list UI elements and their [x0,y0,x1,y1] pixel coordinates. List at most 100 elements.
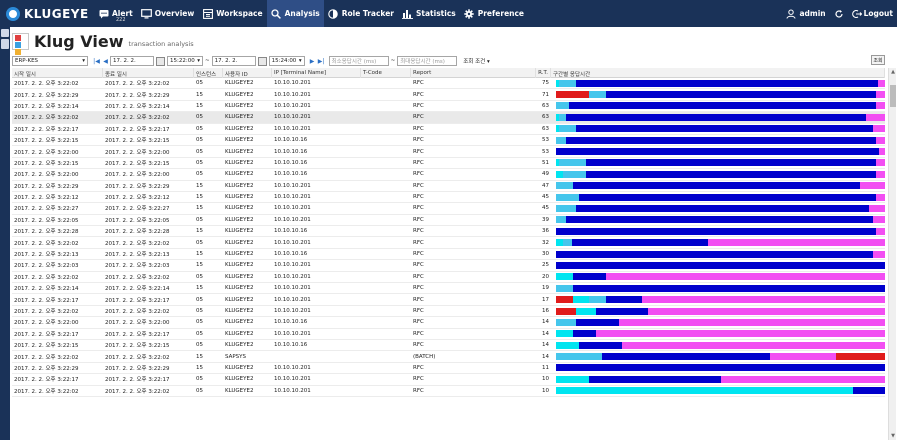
nav-analysis[interactable]: Analysis [266,0,324,27]
table-row[interactable]: 2017. 2. 2. 오후 3:22:12 2017. 2. 2. 오후 3:2… [12,192,885,204]
table-row[interactable]: 2017. 2. 2. 오후 3:22:17 2017. 2. 2. 오후 3:2… [12,124,885,135]
table-row[interactable]: 2017. 2. 2. 오후 3:22:02 2017. 2. 2. 오후 3:2… [12,112,885,124]
cell-end: 2017. 2. 2. 오후 3:22:02 [105,354,170,361]
cell-ip: 10.10.10.201 [274,239,311,246]
cell-user: KLUGEYE2 [225,376,254,383]
next-button[interactable]: ▶ [308,56,317,66]
cell-user: KLUGEYE2 [225,91,254,98]
time-from-select[interactable]: 15:22:00 ▾ [167,56,203,66]
table-row[interactable]: 2017. 2. 2. 오후 3:22:02 2017. 2. 2. 오후 3:2… [12,272,885,284]
table-row[interactable]: 2017. 2. 2. 오후 3:22:14 2017. 2. 2. 오후 3:2… [12,283,885,295]
table-row[interactable]: 2017. 2. 2. 오후 3:22:15 2017. 2. 2. 오후 3:2… [12,135,885,147]
cell-response-segments [551,330,885,338]
bar-segment-cyan [556,239,563,247]
table-row[interactable]: 2017. 2. 2. 오후 3:22:00 2017. 2. 2. 오후 3:2… [12,317,885,329]
table-row[interactable]: 2017. 2. 2. 오후 3:22:15 2017. 2. 2. 오후 3:2… [12,158,885,170]
date-to-input[interactable]: 17. 2. 2. [211,56,256,66]
column-header[interactable]: 사용자 ID [223,68,272,78]
table-row[interactable]: 2017. 2. 2. 오후 3:22:14 2017. 2. 2. 오후 3:2… [12,101,885,113]
cell-rt: 45 [542,205,549,212]
search-button[interactable]: 조회 [871,55,885,65]
table-row[interactable]: 2017. 2. 2. 오후 3:22:03 2017. 2. 2. 오후 3:2… [12,260,885,272]
cell-rt: 71 [542,91,549,98]
nav-label: Workspace [216,9,263,18]
scroll-thumb[interactable] [890,85,896,107]
table-row[interactable]: 2017. 2. 2. 오후 3:22:17 2017. 2. 2. 오후 3:2… [12,374,885,386]
prev-button[interactable]: ◀ [101,56,110,66]
table-row[interactable]: 2017. 2. 2. 오후 3:22:02 2017. 2. 2. 오후 3:2… [12,78,885,90]
table-row[interactable]: 2017. 2. 2. 오후 3:22:00 2017. 2. 2. 오후 3:2… [12,146,885,158]
first-page-button[interactable]: |◀ [92,56,101,66]
table-row[interactable]: 2017. 2. 2. 오후 3:22:02 2017. 2. 2. 오후 3:2… [12,306,885,318]
cell-rt: 20 [542,273,549,280]
max-response-placeholder: 최대응답시간 (ms) [400,59,445,65]
column-header[interactable]: 구간별 응답시간 [551,68,885,78]
cell-start: 2017. 2. 2. 오후 3:22:00 [14,172,79,179]
column-header[interactable]: R.T. [536,68,551,78]
last-page-button[interactable]: ▶| [317,56,326,66]
column-header[interactable]: 종료 일시 [103,68,194,78]
table-row[interactable]: 2017. 2. 2. 오후 3:22:28 2017. 2. 2. 오후 3:2… [12,226,885,238]
chevron-down-icon: ▾ [197,58,200,64]
cell-rt: 53 [542,148,549,155]
refresh-icon [835,9,843,18]
table-row[interactable]: 2017. 2. 2. 오후 3:22:02 2017. 2. 2. 오후 3:2… [12,351,885,363]
nav-overview[interactable]: Overview [137,0,199,27]
column-header[interactable]: IP [Terminal Name] [272,68,361,78]
time-to-select[interactable]: 15:24:00 ▾ [268,56,305,66]
nav-alert[interactable]: Alert 222 [94,0,137,27]
min-response-input[interactable]: 최소응답시간 (ms) [328,56,389,66]
cell-ip: 10.10.10.201 [274,102,311,109]
column-header[interactable]: 시작 일시 [12,68,103,78]
nav-preference[interactable]: Preference [460,0,528,27]
bar-segment-lightcyan [556,136,566,144]
table-row[interactable]: 2017. 2. 2. 오후 3:22:29 2017. 2. 2. 오후 3:2… [12,89,885,101]
bar-segment-blue [579,341,622,349]
calendar-icon[interactable] [257,56,267,66]
table-row[interactable]: 2017. 2. 2. 오후 3:22:15 2017. 2. 2. 오후 3:2… [12,340,885,352]
system-select[interactable]: ERP-KES ▾ [12,56,88,66]
query-condition-dropdown[interactable]: 조회 조건 ▾ [463,57,490,65]
table-row[interactable]: 2017. 2. 2. 오후 3:22:27 2017. 2. 2. 오후 3:2… [12,203,885,215]
nav-statistics[interactable]: Statistics [398,0,460,27]
scroll-up-icon[interactable]: ▲ [890,69,896,75]
table-row[interactable]: 2017. 2. 2. 오후 3:22:29 2017. 2. 2. 오후 3:2… [12,363,885,375]
cell-report: RFC [413,308,424,314]
column-header[interactable]: T-Code [361,68,411,78]
cell-rt: 63 [542,114,549,121]
cell-inst: 15 [196,353,203,360]
vertical-scrollbar[interactable]: ▲ ▼ [888,68,896,440]
cell-ip: 10.10.10.201 [274,182,311,189]
table-row[interactable]: 2017. 2. 2. 오후 3:22:05 2017. 2. 2. 오후 3:2… [12,215,885,227]
table-row[interactable]: 2017. 2. 2. 오후 3:22:02 2017. 2. 2. 오후 3:2… [12,237,885,249]
date-to-value: 17. 2. 2. [214,58,238,64]
table-row[interactable]: 2017. 2. 2. 오후 3:22:17 2017. 2. 2. 오후 3:2… [12,329,885,340]
sidebar-toggle-icon[interactable] [1,29,9,37]
cell-user: KLUGEYE2 [225,342,254,349]
refresh-button[interactable] [834,9,844,19]
table-row[interactable]: 2017. 2. 2. 오후 3:22:02 2017. 2. 2. 오후 3:2… [12,386,885,397]
sidebar-menu-icon[interactable] [1,39,9,49]
bar-segment-magenta [872,216,885,224]
calendar-icon[interactable] [156,56,165,66]
date-from-input[interactable]: 17. 2. 2. [110,56,154,66]
nav-role-tracker[interactable]: Role Tracker [324,0,398,27]
table-row[interactable]: 2017. 2. 2. 오후 3:22:29 2017. 2. 2. 오후 3:2… [12,181,885,192]
response-time-bar [556,375,885,383]
user-menu[interactable]: admin [786,9,826,19]
scroll-down-icon[interactable]: ▼ [890,433,896,439]
column-header[interactable]: Report [411,68,536,78]
monitor-icon [140,8,152,19]
column-header[interactable]: 인스턴스 [194,68,223,78]
cell-start: 2017. 2. 2. 오후 3:22:17 [14,126,79,133]
max-response-input[interactable]: 최대응답시간 (ms) [397,56,458,66]
cell-start: 2017. 2. 2. 오후 3:22:12 [14,195,79,202]
logout-button[interactable]: Logout [851,9,893,19]
app-logo[interactable]: KLUGEYE [6,6,94,21]
table-row[interactable]: 2017. 2. 2. 오후 3:22:17 2017. 2. 2. 오후 3:2… [12,294,885,306]
table-row[interactable]: 2017. 2. 2. 오후 3:22:13 2017. 2. 2. 오후 3:2… [12,249,885,261]
cell-inst: 15 [196,91,203,98]
table-row[interactable]: 2017. 2. 2. 오후 3:22:00 2017. 2. 2. 오후 3:2… [12,169,885,181]
bar-segment-blue [602,353,771,361]
nav-workspace[interactable]: Workspace [198,0,266,27]
